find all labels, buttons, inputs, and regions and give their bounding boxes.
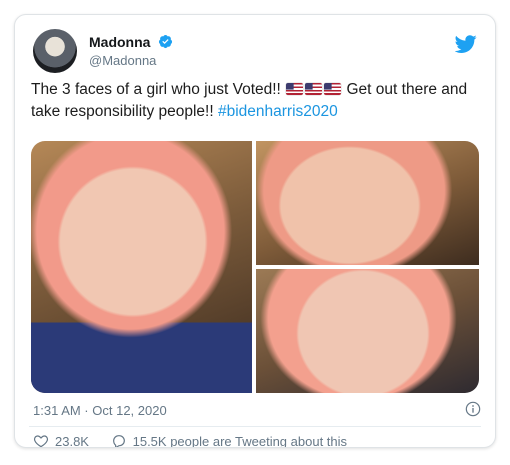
conversation-button[interactable]: 15.5K people are Tweeting about this: [111, 433, 348, 448]
us-flag-icon: [286, 83, 304, 95]
handle[interactable]: @Madonna: [89, 53, 173, 68]
timestamp[interactable]: 1:31 AM · Oct 12, 2020: [33, 403, 167, 418]
conversation-text: 15.5K people are Tweeting about this: [132, 433, 348, 448]
twitter-bird-icon[interactable]: [455, 33, 477, 55]
tweet-actions: 23.8K 15.5K people are Tweeting about th…: [33, 433, 365, 448]
photo-closeup-face[interactable]: [256, 269, 479, 393]
author-block[interactable]: Madonna @Madonna: [89, 33, 173, 68]
verified-badge-icon: [158, 35, 172, 49]
like-button[interactable]: 23.8K: [33, 433, 89, 448]
heart-icon: [33, 435, 49, 447]
us-flag-icon: [305, 83, 323, 95]
tweet-text-intro: The 3 faces of a girl who just Voted!!: [31, 81, 281, 98]
like-count: 23.8K: [55, 433, 89, 448]
media-grid: [31, 141, 479, 393]
tweet-text: The 3 faces of a girl who just Voted!! G…: [31, 79, 481, 123]
display-name[interactable]: Madonna: [89, 34, 150, 50]
avatar[interactable]: [33, 29, 77, 73]
tweet-card[interactable]: Madonna @Madonna The 3 faces of a girl w…: [14, 14, 496, 448]
info-icon[interactable]: [465, 401, 481, 417]
divider: [29, 426, 481, 427]
photo-selfie-glasses[interactable]: [31, 141, 252, 393]
photo-closeup-glasses[interactable]: [256, 141, 479, 265]
comment-icon: [112, 435, 125, 447]
tweet-header: Madonna @Madonna: [33, 29, 481, 77]
us-flag-icon: [324, 83, 342, 95]
hashtag-link[interactable]: #bidenharris2020: [218, 103, 338, 120]
